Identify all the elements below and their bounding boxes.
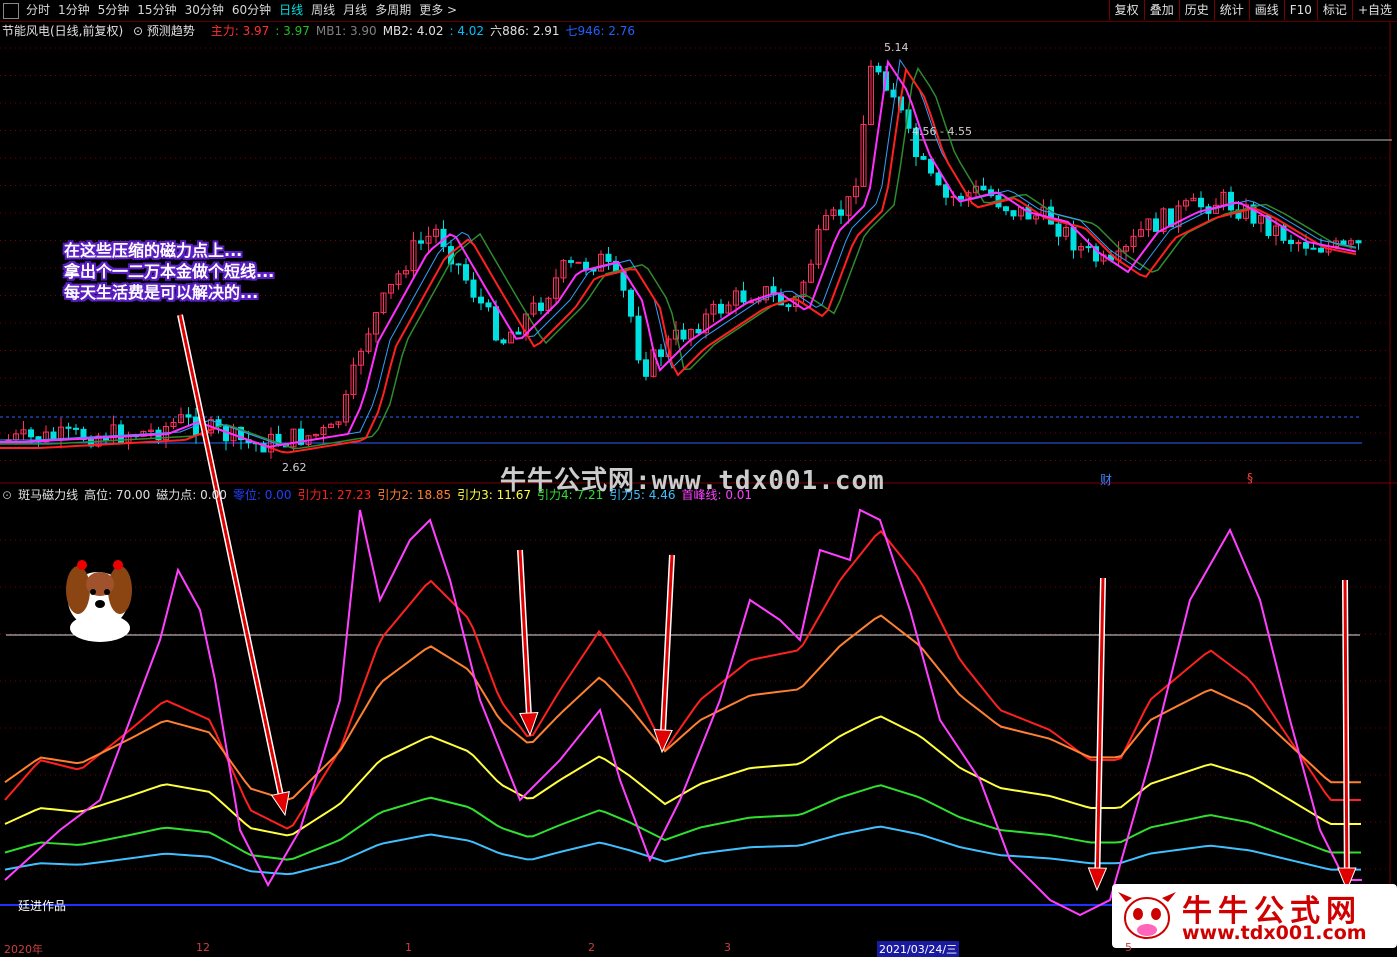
annotation-line: 在这些压缩的磁力点上... — [64, 241, 243, 260]
candle — [1085, 246, 1092, 249]
candle — [695, 329, 702, 334]
puppy-icon — [66, 560, 132, 642]
candle — [1070, 227, 1077, 251]
candle — [740, 290, 747, 303]
candle — [1198, 197, 1204, 208]
legend-value: 引力3: 11.67 — [457, 488, 532, 502]
gravity-line — [4, 529, 1361, 830]
collapse-icon[interactable]: ⊙ — [2, 488, 12, 502]
candle — [718, 303, 724, 314]
candle — [875, 65, 882, 73]
pointer-arrow — [661, 554, 674, 735]
candle — [1318, 247, 1324, 253]
legend-value: 零位: 0.00 — [232, 488, 292, 502]
axis-label: 5 — [1125, 941, 1132, 954]
candle — [455, 263, 462, 266]
candle — [493, 306, 499, 341]
indicator-legend: ⊙ 斑马磁力线 高位: 70.00 磁力点: 0.00 零位: 0.00 引力1: 27.… — [2, 486, 764, 504]
candle — [980, 185, 987, 191]
candle — [463, 264, 469, 281]
pointer-arrow — [178, 314, 283, 798]
candle — [568, 260, 574, 263]
axis-label: 2 — [588, 941, 595, 954]
range-price-label: 4.56 - 4.55 — [912, 125, 972, 138]
candle — [1228, 191, 1234, 211]
candle — [73, 427, 79, 430]
annotation-line: 拿出个一二万本金做个短线... — [64, 262, 275, 281]
candle — [1310, 247, 1317, 250]
candle — [500, 339, 507, 344]
axis-label: 12 — [196, 941, 210, 954]
site-logo: 牛牛公式网 www.tdx001.com — [1112, 884, 1397, 948]
pointer-arrow — [270, 790, 290, 817]
legend-value: 斑马磁力线 — [18, 488, 79, 502]
s-marker[interactable]: § — [1247, 471, 1253, 485]
candle — [1010, 210, 1017, 217]
legend-value: 高位: 70.00 — [84, 488, 151, 502]
legend-value: 引力2: 18.85 — [377, 488, 452, 502]
candle — [785, 304, 792, 308]
legend-value: 磁力点: 0.00 — [156, 488, 227, 502]
pointer-arrow — [1087, 867, 1108, 892]
candle — [478, 296, 484, 304]
candle — [935, 172, 942, 186]
legend-value: 引力5: 4.46 — [609, 488, 676, 502]
legend-value: 首峰线: 0.01 — [681, 488, 753, 502]
candle — [920, 156, 927, 160]
candle — [838, 209, 844, 216]
low-price-label: 2.62 — [282, 461, 307, 474]
axis-label: 1 — [405, 941, 412, 954]
date-axis: 2020年 12 1 2 3 2021/03/24/三 5 — [0, 940, 1397, 957]
candle — [1055, 223, 1062, 237]
first-peak-line — [4, 508, 1362, 917]
candle — [635, 315, 642, 361]
candle — [28, 429, 34, 438]
gravity-line — [4, 614, 1361, 801]
candle — [1355, 240, 1362, 244]
candle — [1340, 240, 1347, 245]
indicator-values: 斑马磁力线 高位: 70.00 磁力点: 0.00 零位: 0.00 引力1: 27.2… — [18, 488, 758, 502]
annotation-text: 在这些压缩的磁力点上... 拿出个一二万本金做个短线... 每天生活费是可以解决… — [64, 240, 274, 303]
cow-icon — [1118, 892, 1176, 939]
candle — [50, 431, 57, 440]
candle — [418, 240, 424, 244]
candle — [958, 195, 964, 200]
candle — [1153, 218, 1159, 232]
candle — [643, 359, 649, 377]
axis-label: 2020年 — [4, 943, 43, 956]
legend-value: 引力4: 7.21 — [537, 488, 604, 502]
candle — [628, 289, 634, 317]
candle — [583, 261, 589, 270]
candle — [470, 279, 477, 298]
candle — [1303, 242, 1309, 249]
candle — [1003, 206, 1009, 212]
candle — [1288, 239, 1294, 245]
candle — [515, 331, 522, 335]
candle — [185, 414, 192, 418]
candle — [658, 349, 664, 357]
axis-cursor-date: 2021/03/24/三 — [877, 941, 960, 957]
gravity-line — [4, 784, 1361, 861]
pointer-arrow — [518, 549, 531, 718]
pointer-arrow — [1343, 579, 1349, 873]
finance-marker[interactable]: 财 — [1100, 471, 1112, 488]
legend-value: 引力1: 27.23 — [297, 488, 372, 502]
annotation-line: 每天生活费是可以解决的... — [64, 283, 259, 302]
candle — [680, 329, 687, 340]
candle — [575, 261, 582, 264]
axis-label: 3 — [724, 941, 731, 954]
candle — [65, 426, 72, 429]
candle — [485, 302, 492, 308]
candle — [605, 253, 612, 262]
high-price-label: 5.14 — [884, 41, 909, 54]
candle — [538, 302, 544, 311]
author-label: 廷进作品 — [18, 899, 67, 913]
